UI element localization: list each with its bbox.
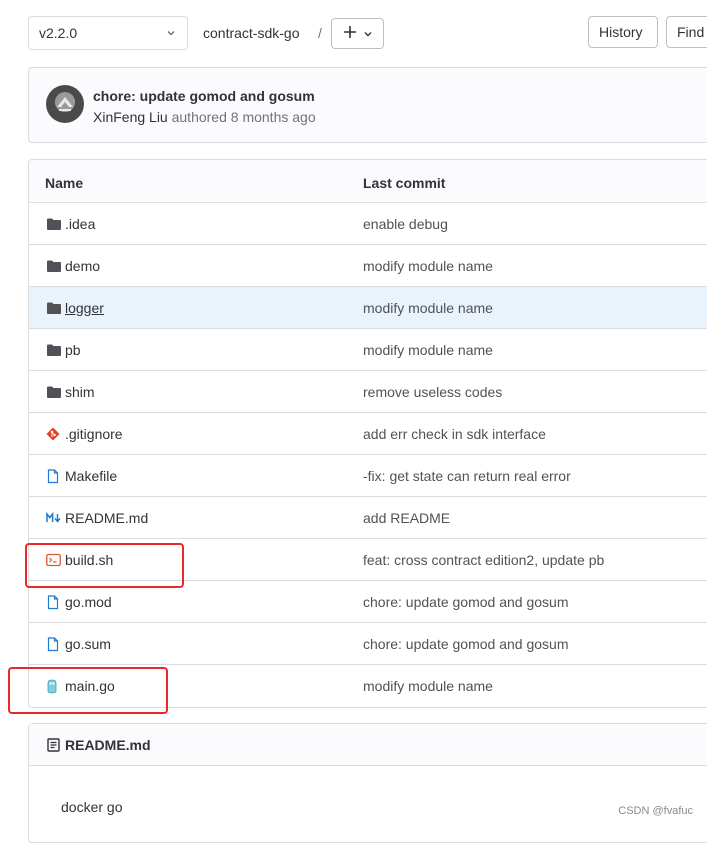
- watermark: CSDN @fvafuc: [618, 805, 693, 817]
- commit-message[interactable]: -fix: get state can return real error: [363, 468, 571, 484]
- table-row[interactable]: demo modify module name: [29, 245, 707, 287]
- table-row[interactable]: logger modify module name: [29, 287, 707, 329]
- table-row[interactable]: README.md add README: [29, 497, 707, 539]
- chevron-down-icon: [363, 26, 373, 42]
- commit-message[interactable]: enable debug: [363, 216, 448, 232]
- commit-time: authored 8 months ago: [171, 109, 316, 125]
- git-icon: [46, 427, 62, 441]
- file-name[interactable]: .idea: [65, 216, 95, 232]
- column-header-last-commit: Last commit: [363, 175, 446, 191]
- folder-icon: [46, 301, 62, 315]
- file-name[interactable]: .gitignore: [65, 426, 123, 442]
- table-row[interactable]: shim remove useless codes: [29, 371, 707, 413]
- last-commit-panel: chore: update gomod and gosum XinFeng Li…: [28, 67, 707, 143]
- file-name[interactable]: README.md: [65, 510, 148, 526]
- breadcrumb-repo[interactable]: contract-sdk-go: [203, 25, 299, 41]
- add-to-tree-button[interactable]: [331, 18, 384, 49]
- file-name[interactable]: pb: [65, 342, 81, 358]
- table-row[interactable]: go.sum chore: update gomod and gosum: [29, 623, 707, 665]
- table-header: Name Last commit: [29, 160, 707, 203]
- commit-message[interactable]: feat: cross contract edition2, update pb: [363, 552, 604, 568]
- table-row[interactable]: Makefile -fix: get state can return real…: [29, 455, 707, 497]
- find-file-button[interactable]: Find: [666, 16, 707, 48]
- highlight-box-build-sh: [25, 543, 184, 588]
- branch-selector[interactable]: v2.2.0: [28, 16, 188, 50]
- commit-message[interactable]: remove useless codes: [363, 384, 502, 400]
- markdown-icon: [46, 511, 62, 525]
- commit-message[interactable]: add README: [363, 510, 450, 526]
- readme-content: docker go: [61, 799, 123, 815]
- file-icon: [46, 637, 62, 652]
- table-row[interactable]: pb modify module name: [29, 329, 707, 371]
- file-name[interactable]: demo: [65, 258, 100, 274]
- table-row[interactable]: .idea enable debug: [29, 203, 707, 245]
- column-header-name: Name: [45, 175, 84, 191]
- commit-message[interactable]: modify module name: [363, 300, 493, 316]
- chevron-down-icon: [165, 26, 177, 42]
- commit-meta: XinFeng Liu authored 8 months ago: [93, 109, 316, 125]
- avatar[interactable]: [46, 85, 84, 123]
- file-name[interactable]: logger: [65, 300, 104, 316]
- breadcrumb-separator: /: [318, 25, 322, 41]
- commit-message[interactable]: modify module name: [363, 678, 493, 694]
- highlight-box-main-go: [8, 667, 168, 714]
- commit-message[interactable]: chore: update gomod and gosum: [363, 636, 568, 652]
- file-name[interactable]: Makefile: [65, 468, 117, 484]
- commit-message[interactable]: modify module name: [363, 258, 493, 274]
- folder-icon: [46, 259, 62, 273]
- readme-header: README.md: [29, 724, 707, 766]
- document-icon: [47, 738, 60, 755]
- folder-icon: [46, 217, 62, 231]
- file-icon: [46, 469, 62, 484]
- folder-icon: [46, 385, 62, 399]
- commit-message[interactable]: modify module name: [363, 342, 493, 358]
- folder-icon: [46, 343, 62, 357]
- commit-message[interactable]: chore: update gomod and gosum: [363, 594, 568, 610]
- plus-icon: [343, 25, 357, 42]
- file-icon: [46, 595, 62, 610]
- readme-title[interactable]: README.md: [65, 737, 151, 753]
- file-name[interactable]: go.mod: [65, 594, 112, 610]
- file-tree-table: Name Last commit .idea enable debug demo…: [28, 159, 707, 708]
- table-row[interactable]: .gitignore add err check in sdk interfac…: [29, 413, 707, 455]
- file-name[interactable]: go.sum: [65, 636, 111, 652]
- commit-author-link[interactable]: XinFeng Liu: [93, 109, 168, 125]
- commit-title-link[interactable]: chore: update gomod and gosum: [93, 88, 315, 104]
- history-button[interactable]: History: [588, 16, 658, 48]
- readme-panel: README.md docker go: [28, 723, 707, 843]
- branch-name: v2.2.0: [39, 25, 78, 41]
- file-name[interactable]: shim: [65, 384, 95, 400]
- commit-message[interactable]: add err check in sdk interface: [363, 426, 546, 442]
